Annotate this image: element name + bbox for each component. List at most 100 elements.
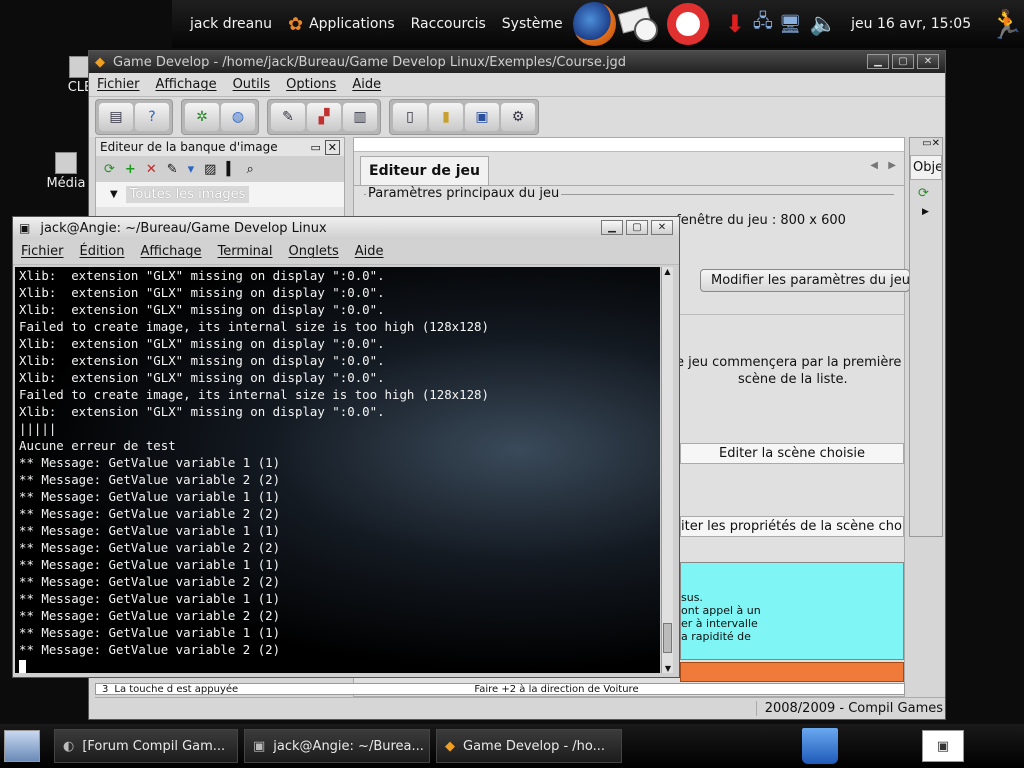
tab-scroll-left-icon[interactable]: ◀ — [870, 160, 878, 171]
task-label: Game Develop - /ho... — [463, 738, 606, 754]
terminal-output[interactable]: Xlib: extension "GLX" missing on display… — [15, 267, 660, 673]
menu-onglets[interactable]: Onglets — [281, 244, 347, 259]
image-icon[interactable]: ▨ — [204, 162, 216, 177]
system-menu[interactable]: Système — [494, 16, 571, 32]
modify-params-button[interactable]: Modifier les paramètres du jeu — [700, 269, 910, 292]
tab-scroll-right-icon[interactable]: ▶ — [888, 160, 896, 171]
add-icon[interactable]: + — [125, 162, 136, 177]
params-legend: Paramètres principaux du jeu — [366, 186, 562, 201]
edit-scene-button[interactable]: Editer la scène choisie — [680, 443, 904, 464]
all-images-label: Toutes les images — [125, 186, 250, 203]
extensions-icon[interactable]: ✲ — [185, 103, 219, 131]
firefox-icon[interactable] — [572, 2, 616, 46]
edit-icon[interactable]: ✎ — [167, 162, 178, 177]
update-arrow-icon[interactable]: ⬇ — [725, 10, 745, 38]
float-panel-icon[interactable]: ▭ — [311, 141, 321, 154]
all-images-node[interactable]: ▼ Toutes les images — [96, 182, 344, 207]
terminal-titlebar[interactable]: ▣ jack@Angie: ~/Bureau/Game Develop Linu… — [13, 217, 679, 239]
menu-aide[interactable]: Aide — [344, 77, 389, 92]
window-size-text: e fenêtre du jeu : 800 x 600 — [664, 213, 846, 228]
menu-affichage[interactable]: Affichage — [148, 77, 225, 92]
network-icon[interactable]: 🖧 — [753, 9, 773, 39]
terminal-scrollbar[interactable]: ▲ ▼ — [661, 267, 673, 673]
applications-menu[interactable]: ✿ Applications — [280, 14, 403, 35]
menu-fichier[interactable]: Fichier — [13, 244, 72, 259]
desktop-icon-media[interactable]: Média — [40, 152, 92, 191]
close-button[interactable]: ✕ — [651, 220, 673, 235]
top-panel: jack dreanu ✿ Applications Raccourcis Sy… — [172, 0, 1024, 48]
terminal-app-icon: ▣ — [19, 221, 31, 235]
lifebuoy-icon[interactable] — [667, 3, 709, 45]
terminal-icon: ▣ — [253, 738, 266, 754]
menu-terminal[interactable]: Terminal — [210, 244, 281, 259]
settings-gear-icon[interactable]: ⚙ — [501, 103, 535, 131]
trash-icon[interactable] — [802, 728, 838, 764]
task-game-develop[interactable]: ◆ Game Develop - /ho... — [436, 729, 622, 763]
terminal-lines: Xlib: extension "GLX" missing on display… — [19, 267, 656, 658]
volume-icon[interactable]: 🔈 — [810, 12, 837, 37]
task-terminal[interactable]: ▣ jack@Angie: ~/Burea... — [244, 729, 430, 763]
tab-game-editor[interactable]: Editeur de jeu — [360, 156, 489, 185]
expander-icon[interactable]: ▼ — [110, 189, 118, 200]
shortcuts-menu[interactable]: Raccourcis — [403, 16, 494, 32]
puzzle-icon[interactable]: ▞ — [307, 103, 341, 131]
terminal-line: ** Message: GetValue variable 2 (2) — [19, 574, 281, 589]
objects-expand-icon[interactable]: ▶ — [910, 207, 942, 217]
brush-icon[interactable]: ▍ — [226, 162, 236, 177]
mail-icon[interactable] — [617, 4, 659, 44]
scroll-down-icon[interactable]: ▼ — [662, 664, 674, 673]
menu-edition[interactable]: Édition — [72, 244, 133, 259]
info-line: er à intervalle — [681, 617, 758, 630]
maximize-button[interactable]: ▢ — [892, 54, 914, 69]
close-panel-icon[interactable]: ✕ — [324, 140, 340, 155]
close-button[interactable]: ✕ — [917, 54, 939, 69]
terminal-line: ** Message: GetValue variable 1 (1) — [19, 591, 281, 606]
task-forum[interactable]: ◐ [Forum Compil Gam... — [54, 729, 238, 763]
image-bank-title: Editeur de la banque d'image — [100, 140, 278, 154]
menu-outils[interactable]: Outils — [225, 77, 279, 92]
edit-scene-properties-button[interactable]: iter les propriétés de la scène chois — [680, 516, 904, 537]
web-globe-icon[interactable]: ◍ — [221, 103, 255, 131]
terminal-line: ** Message: GetValue variable 1 (1) — [19, 557, 281, 572]
user-name[interactable]: jack dreanu — [182, 16, 280, 32]
maximize-button[interactable]: ▢ — [626, 220, 648, 235]
status-text: 2008/2009 - Compil Games — [755, 701, 943, 716]
save-icon[interactable]: ▣ — [465, 103, 499, 131]
objects-close-icon[interactable]: ▭✕ — [910, 138, 942, 149]
help-icon[interactable]: ? — [135, 103, 169, 131]
running-man-icon[interactable]: 🏃 — [989, 8, 1024, 41]
browser-icon: ◐ — [63, 738, 75, 754]
minimize-button[interactable]: ▁ — [867, 54, 889, 69]
minimize-button[interactable]: ▁ — [601, 220, 623, 235]
search-icon[interactable]: ⌕ — [246, 162, 253, 177]
objects-refresh-icon[interactable]: ⟳ — [910, 186, 942, 201]
objects-tab[interactable]: Obje — [910, 155, 942, 180]
event-row[interactable]: 3 La touche d est appuyée Faire +2 à la … — [95, 683, 905, 695]
menu-affichage[interactable]: Affichage — [132, 244, 209, 259]
show-desktop-icon[interactable] — [4, 730, 40, 762]
refresh-icon[interactable]: ⟳ — [104, 162, 115, 177]
terminal-title: jack@Angie: ~/Bureau/Game Develop Linux — [40, 220, 327, 236]
network-status-icon[interactable]: 🖥 — [779, 14, 802, 35]
notepad-icon[interactable]: ▥ — [343, 103, 377, 131]
project-icon[interactable]: ▤ — [99, 103, 133, 131]
dropdown-icon[interactable]: ▾ — [188, 162, 195, 177]
new-file-icon[interactable]: ▯ — [393, 103, 427, 131]
open-folder-icon[interactable]: ▮ — [429, 103, 463, 131]
game-develop-titlebar[interactable]: ◆ Game Develop - /home/jack/Bureau/Game … — [89, 51, 945, 73]
menu-options[interactable]: Options — [278, 77, 344, 92]
terminal-line: Xlib: extension "GLX" missing on display… — [19, 404, 385, 419]
delete-icon[interactable]: ✕ — [146, 162, 157, 177]
workspace-switcher-icon[interactable]: ▣ — [922, 730, 964, 762]
applications-label: Applications — [309, 16, 395, 32]
scroll-thumb[interactable] — [663, 623, 672, 653]
scroll-up-icon[interactable]: ▲ — [662, 267, 673, 276]
terminal-line: ** Message: GetValue variable 1 (1) — [19, 455, 281, 470]
edit-document-icon[interactable]: ✎ — [271, 103, 305, 131]
scene-text-line1: e jeu commençera par la première — [676, 355, 902, 370]
menu-aide[interactable]: Aide — [347, 244, 392, 259]
window-title: Game Develop - /home/jack/Bureau/Game De… — [113, 54, 627, 70]
menu-fichier[interactable]: Fichier — [89, 77, 148, 92]
clock[interactable]: jeu 16 avr, 15:05 — [843, 16, 979, 32]
game-develop-icon: ◆ — [445, 738, 455, 754]
